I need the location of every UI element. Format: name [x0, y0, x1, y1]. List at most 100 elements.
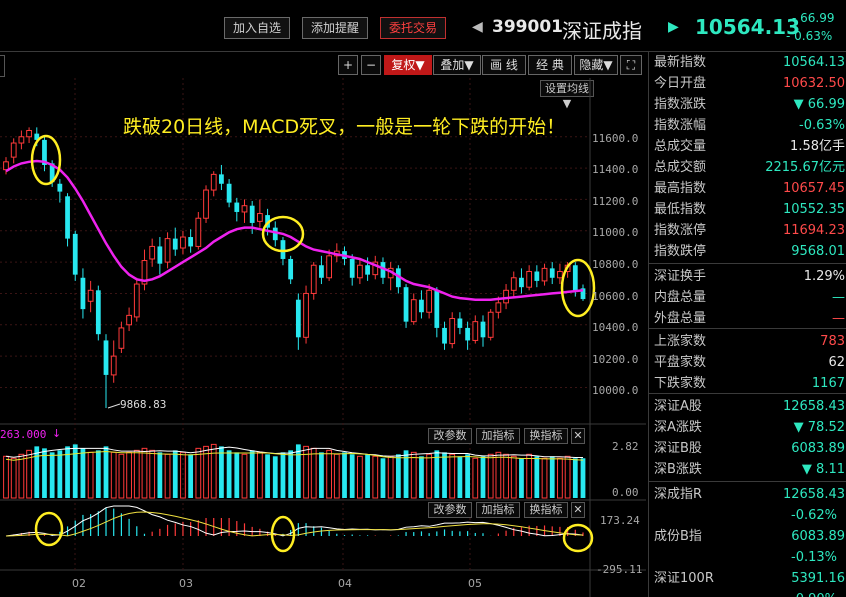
info-row: 深证换手 1.29% — [649, 266, 846, 287]
volume-bar — [526, 453, 533, 499]
price-tick: 11000.0 — [592, 226, 639, 239]
info-value: ▼ 78.52 — [793, 420, 845, 435]
volume-param-button[interactable]: 改参数 — [428, 428, 472, 444]
info-label: 指数涨停 — [654, 223, 707, 238]
candle-body — [319, 265, 324, 278]
info-row: 指数跌停 9568.01 — [649, 241, 846, 262]
volume-bar — [157, 452, 163, 498]
volume-axis-min: 0.00 — [612, 486, 639, 499]
info-value: -0.13% — [791, 550, 837, 565]
candle-body — [365, 265, 370, 275]
trade-button[interactable]: 委托交易 — [380, 17, 446, 39]
volume-add-indicator-button[interactable]: 加指标 — [476, 428, 520, 444]
candle-body — [534, 271, 540, 281]
prev-stock-icon[interactable]: ◀ — [472, 19, 483, 35]
volume-bar — [372, 455, 379, 499]
hide-button[interactable]: 隐藏▼ — [574, 55, 618, 75]
candle-body — [80, 277, 86, 310]
volume-bar — [95, 450, 101, 498]
info-label: 深证B股 — [654, 441, 702, 456]
candle-body — [110, 355, 117, 376]
candle-body — [326, 255, 333, 279]
price-change: - 66.99 — [792, 11, 835, 25]
add-alert-button[interactable]: 添加提醒 — [302, 17, 368, 39]
candle-body — [18, 136, 25, 144]
candle-body — [65, 196, 70, 239]
macd-close-icon[interactable]: ✕ — [571, 502, 585, 518]
candle-body — [126, 314, 132, 326]
macd-switch-indicator-button[interactable]: 换指标 — [524, 502, 568, 518]
info-row: 成份B指 6083.89 — [649, 526, 846, 547]
volume-bar — [495, 451, 502, 499]
info-row: 指数涨停 11694.23 — [649, 220, 846, 241]
restore-rights-button[interactable]: 复权▼ — [384, 55, 432, 75]
candle-body — [449, 318, 456, 345]
price-tick: 10800.0 — [592, 258, 639, 271]
candle-body — [434, 290, 440, 328]
volume-switch-indicator-button[interactable]: 换指标 — [524, 428, 568, 444]
volume-bar — [49, 452, 55, 498]
info-value: — — [832, 311, 845, 326]
next-stock-icon[interactable]: ▶ — [668, 19, 679, 35]
classic-button[interactable]: 经 典 — [528, 55, 572, 75]
volume-bar — [72, 444, 78, 498]
volume-bar — [57, 450, 63, 498]
info-row: 今日开盘 10632.50 — [649, 73, 846, 94]
candle-body — [280, 240, 286, 259]
volume-bar — [319, 452, 324, 498]
volume-bar — [572, 458, 578, 498]
price-tick: 11600.0 — [592, 132, 639, 145]
macd-axis-min: -295.11 — [596, 563, 643, 576]
volume-bar — [280, 452, 286, 498]
info-value: -0.63% — [799, 118, 845, 133]
volume-bar — [357, 455, 363, 499]
candle-body — [519, 277, 524, 288]
volume-bar — [541, 457, 548, 499]
info-label: 最低指数 — [654, 202, 707, 217]
candle-body — [526, 271, 533, 288]
volume-bar — [426, 453, 433, 499]
info-label: 深A涨跌 — [654, 420, 702, 435]
volume-label: 263.000 — [0, 428, 47, 441]
macd-param-button[interactable]: 改参数 — [428, 502, 472, 518]
candle-body — [203, 189, 209, 219]
fullscreen-icon[interactable]: ⛶ — [620, 55, 642, 75]
volume-bar — [219, 446, 224, 498]
add-watchlist-button[interactable]: 加入自选 — [224, 17, 290, 39]
macd-add-indicator-button[interactable]: 加指标 — [476, 502, 520, 518]
candlestick-series — [3, 127, 586, 409]
candle-body — [419, 299, 424, 313]
macd-axis-max: 173.24 — [600, 514, 640, 527]
candle-body — [195, 217, 202, 247]
low-price-label: 9868.83 — [120, 398, 167, 411]
info-value: 2215.67亿元 — [765, 160, 845, 175]
draw-line-button[interactable]: 画 线 — [482, 55, 526, 75]
info-value: -0.90% — [791, 589, 837, 597]
info-row: 深证B股 6083.89 — [649, 438, 846, 459]
candle-body — [557, 271, 563, 279]
volume-close-icon[interactable]: ✕ — [571, 428, 585, 444]
candle-body — [256, 213, 263, 222]
zoom-out-button[interactable]: − — [361, 55, 381, 75]
hide-label: 隐藏 — [579, 58, 604, 72]
candle-body — [457, 318, 463, 328]
info-value: — — [832, 290, 845, 305]
info-label: 深证A股 — [654, 399, 702, 414]
candle-body — [503, 289, 509, 304]
volume-bar — [234, 452, 240, 498]
info-value: ▼ 8.11 — [801, 462, 845, 477]
info-row: 最高指数 10657.45 — [649, 178, 846, 199]
overlay-button[interactable]: 叠加▼ — [433, 55, 481, 75]
volume-bar — [164, 453, 171, 499]
info-value: 10552.35 — [782, 202, 845, 217]
volume-bar — [103, 446, 109, 498]
info-value: 1167 — [811, 376, 845, 391]
stock-chart[interactable] — [0, 78, 646, 597]
candle-body — [57, 183, 63, 192]
volume-bar — [395, 454, 401, 498]
volume-bar — [172, 450, 178, 498]
candle-body — [572, 265, 578, 291]
candle-body — [95, 290, 101, 335]
zoom-in-button[interactable]: + — [338, 55, 358, 75]
volume-bar — [410, 451, 417, 499]
